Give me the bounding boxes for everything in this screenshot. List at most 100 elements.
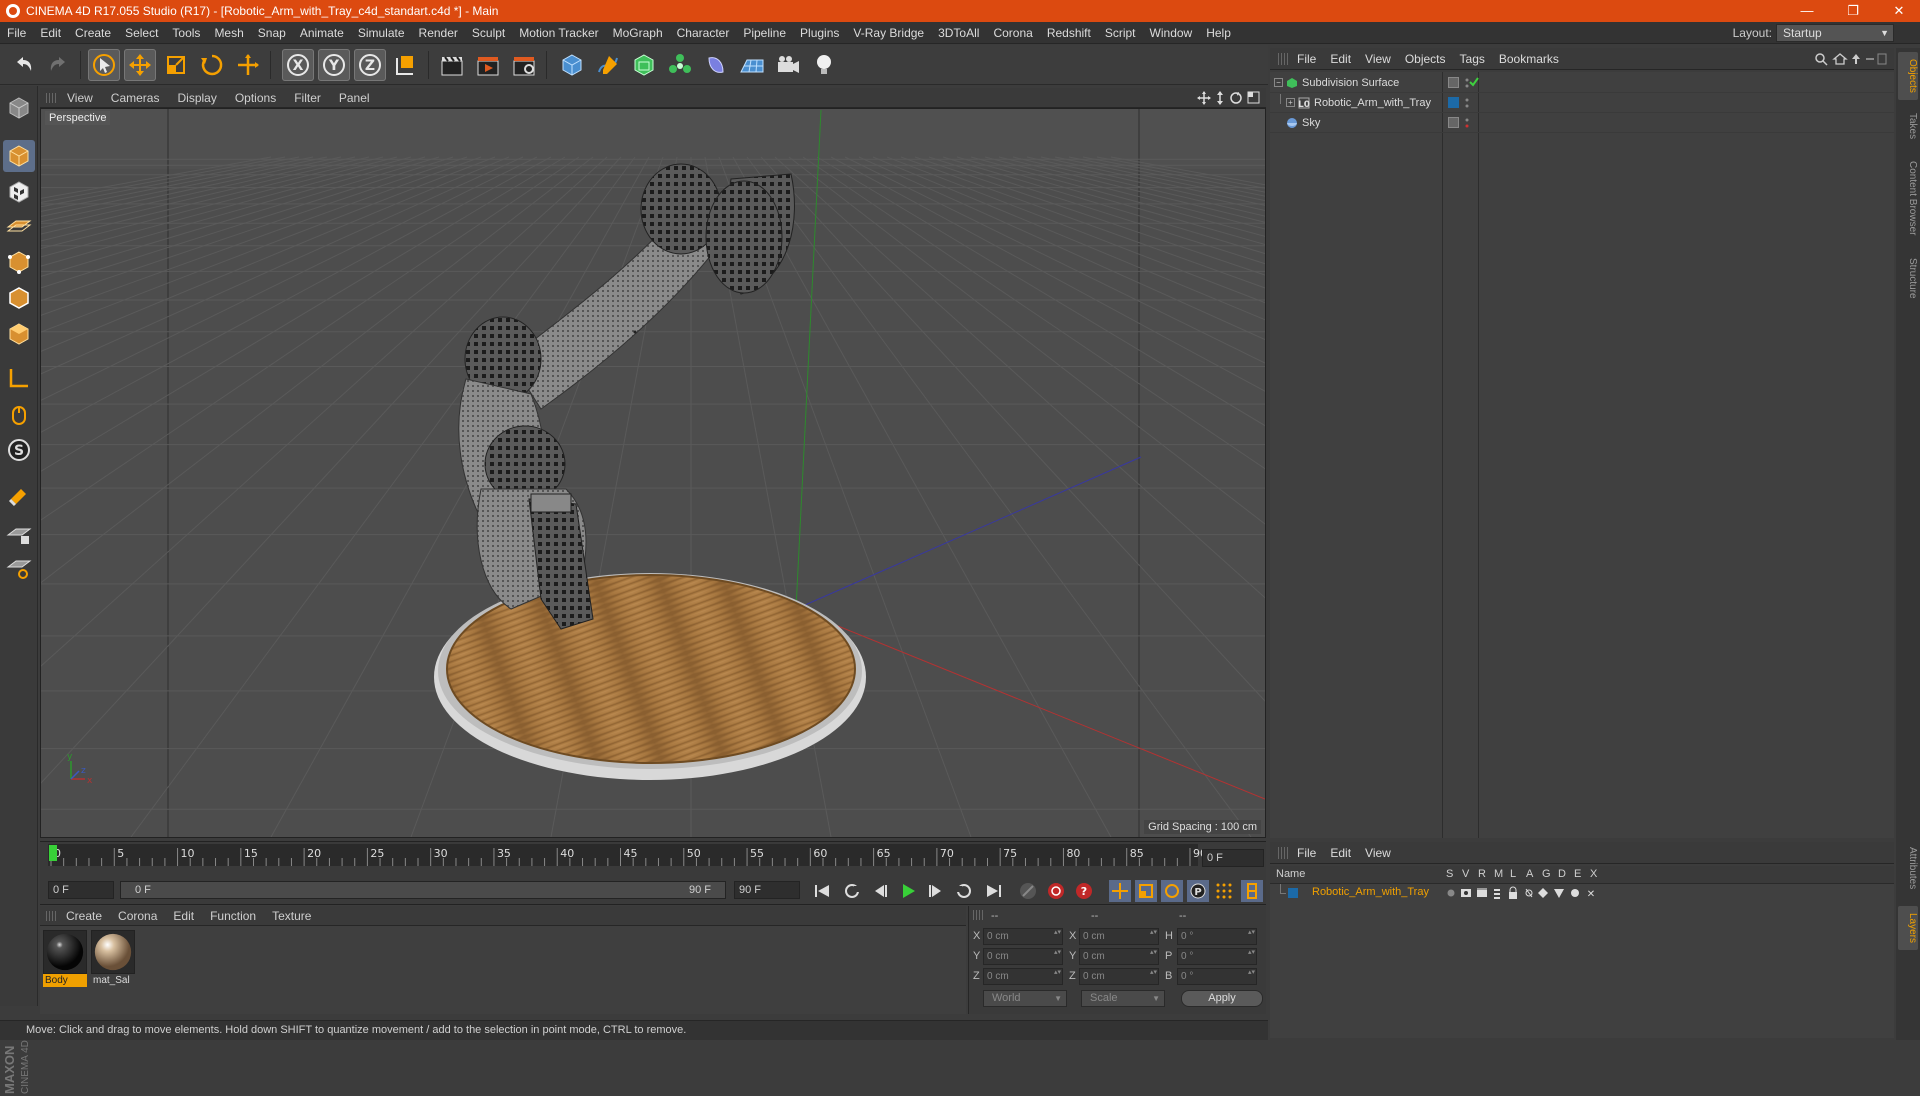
object-menu-objects[interactable]: Objects — [1398, 48, 1453, 70]
material-body[interactable]: Body — [43, 930, 87, 987]
object-name[interactable]: Sky — [1302, 117, 1320, 129]
coordinate-system-button[interactable] — [390, 49, 422, 81]
scale-track-button[interactable] — [1134, 880, 1158, 902]
column-expressions[interactable]: E — [1574, 868, 1581, 880]
menu-mesh[interactable]: Mesh — [207, 22, 250, 44]
parameter-track-button[interactable]: P — [1186, 880, 1210, 902]
material-mat-sal[interactable]: mat_Sal — [91, 930, 135, 987]
maximize-button[interactable]: ❐ — [1830, 0, 1876, 22]
y-axis-lock-button[interactable]: Y — [318, 49, 350, 81]
layout-select[interactable]: Startup ▼ — [1776, 24, 1894, 42]
render-settings-button[interactable] — [508, 49, 540, 81]
snap-button[interactable]: S — [3, 434, 35, 466]
tab-attributes[interactable]: Attributes — [1898, 838, 1918, 898]
material-menu-create[interactable]: Create — [58, 906, 110, 926]
x-axis-lock-button[interactable]: X — [282, 49, 314, 81]
size-mode-select[interactable]: Scale ▼ — [1081, 990, 1165, 1007]
undo-button[interactable] — [8, 49, 40, 81]
apply-button[interactable]: Apply — [1181, 990, 1263, 1007]
max-time-field[interactable]: 90 F — [734, 881, 800, 899]
menu-pipeline[interactable]: Pipeline — [736, 22, 793, 44]
add-generator-button[interactable] — [628, 49, 660, 81]
layer-color-box[interactable] — [1448, 77, 1459, 88]
live-selection-button[interactable] — [88, 49, 120, 81]
menu-snap[interactable]: Snap — [251, 22, 293, 44]
column-xrefs[interactable]: X — [1590, 868, 1597, 880]
menu-select[interactable]: Select — [118, 22, 165, 44]
object-menu-bookmarks[interactable]: Bookmarks — [1492, 48, 1566, 70]
menu-edit[interactable]: Edit — [33, 22, 68, 44]
add-deformer-button[interactable] — [700, 49, 732, 81]
polygons-mode-button[interactable] — [3, 318, 35, 350]
keyframe-selection-button[interactable]: ? — [1072, 880, 1096, 902]
menu-simulate[interactable]: Simulate — [351, 22, 412, 44]
rot-h-field[interactable]: 0 ° — [1177, 928, 1257, 945]
rotate-tool-button[interactable] — [196, 49, 228, 81]
menu-create[interactable]: Create — [68, 22, 118, 44]
current-frame-field[interactable]: 0 F — [1202, 849, 1264, 867]
layer-menu-view[interactable]: View — [1358, 842, 1398, 864]
model-mode-button[interactable] — [3, 140, 35, 172]
menu-v-ray-bridge[interactable]: V-Ray Bridge — [846, 22, 931, 44]
viewport-menu-filter[interactable]: Filter — [285, 88, 330, 108]
object-menu-file[interactable]: File — [1290, 48, 1323, 70]
tab-layers[interactable]: Layers — [1898, 906, 1918, 950]
viewport-menu-options[interactable]: Options — [226, 88, 285, 108]
object-manager-tools[interactable] — [1814, 52, 1888, 66]
workplane-mode-button[interactable] — [3, 208, 35, 240]
material-menu-texture[interactable]: Texture — [264, 906, 319, 926]
viewport-menu-cameras[interactable]: Cameras — [102, 88, 169, 108]
move-tool-button[interactable] — [124, 49, 156, 81]
column-animation[interactable]: A — [1526, 868, 1533, 880]
pos-x-field[interactable]: 0 cm — [983, 928, 1063, 945]
menu-corona[interactable]: Corona — [986, 22, 1039, 44]
layer-row[interactable]: Robotic_Arm_with_Tray ✕ — [1270, 884, 1894, 902]
perspective-viewport[interactable]: y z x Perspective Grid Spacing : 100 cm — [40, 108, 1266, 838]
timeline-window-button[interactable] — [1240, 880, 1264, 902]
menu-sculpt[interactable]: Sculpt — [465, 22, 512, 44]
rot-b-field[interactable]: 0 ° — [1177, 968, 1257, 985]
menu-animate[interactable]: Animate — [293, 22, 351, 44]
layer-menu-file[interactable]: File — [1290, 842, 1323, 864]
layer-color-swatch[interactable] — [1288, 888, 1298, 898]
layer-color-box[interactable] — [1448, 117, 1459, 128]
menu-redshift[interactable]: Redshift — [1040, 22, 1098, 44]
object-row-robotic-arm[interactable]: + L0 Robotic_Arm_with_Tray — [1270, 94, 1894, 113]
tab-structure[interactable]: Structure — [1898, 248, 1918, 308]
column-solo[interactable]: S — [1446, 868, 1453, 880]
object-name[interactable]: Robotic_Arm_with_Tray — [1314, 97, 1431, 109]
column-render[interactable]: R — [1478, 868, 1486, 880]
viewport-menu-panel[interactable]: Panel — [330, 88, 379, 108]
edges-mode-button[interactable] — [3, 282, 35, 314]
object-menu-tags[interactable]: Tags — [1453, 48, 1492, 70]
layer-color-box[interactable] — [1448, 97, 1459, 108]
next-key-button[interactable] — [952, 880, 976, 902]
viewport-navigation[interactable] — [1196, 90, 1260, 106]
menu-help[interactable]: Help — [1199, 22, 1238, 44]
object-row-sky[interactable]: Sky — [1270, 114, 1894, 133]
column-view[interactable]: V — [1462, 868, 1469, 880]
menu-character[interactable]: Character — [670, 22, 737, 44]
add-spline-button[interactable] — [592, 49, 624, 81]
menu-motion-tracker[interactable]: Motion Tracker — [512, 22, 605, 44]
menu-3dtoall[interactable]: 3DToAll — [931, 22, 986, 44]
position-track-button[interactable] — [1108, 880, 1132, 902]
tab-objects[interactable]: Objects — [1898, 52, 1918, 100]
redo-button[interactable] — [42, 49, 74, 81]
menu-window[interactable]: Window — [1143, 22, 1200, 44]
menu-plugins[interactable]: Plugins — [793, 22, 846, 44]
collapse-toggle-icon[interactable]: − — [1274, 78, 1283, 87]
preview-range-slider[interactable]: 0 F 90 F — [120, 881, 726, 899]
transform-tool-button[interactable] — [232, 49, 264, 81]
points-mode-button[interactable] — [3, 246, 35, 278]
autokeying-button[interactable] — [1044, 880, 1068, 902]
render-view-button[interactable] — [436, 49, 468, 81]
column-locked[interactable]: L — [1510, 868, 1516, 880]
menu-render[interactable]: Render — [412, 22, 465, 44]
column-name[interactable]: Name — [1276, 868, 1305, 880]
z-axis-lock-button[interactable]: Z — [354, 49, 386, 81]
rotation-track-button[interactable] — [1160, 880, 1184, 902]
locked-workplane-button[interactable] — [3, 518, 35, 550]
viewport-menu-display[interactable]: Display — [168, 88, 225, 108]
axis-mode-button[interactable] — [3, 362, 35, 394]
